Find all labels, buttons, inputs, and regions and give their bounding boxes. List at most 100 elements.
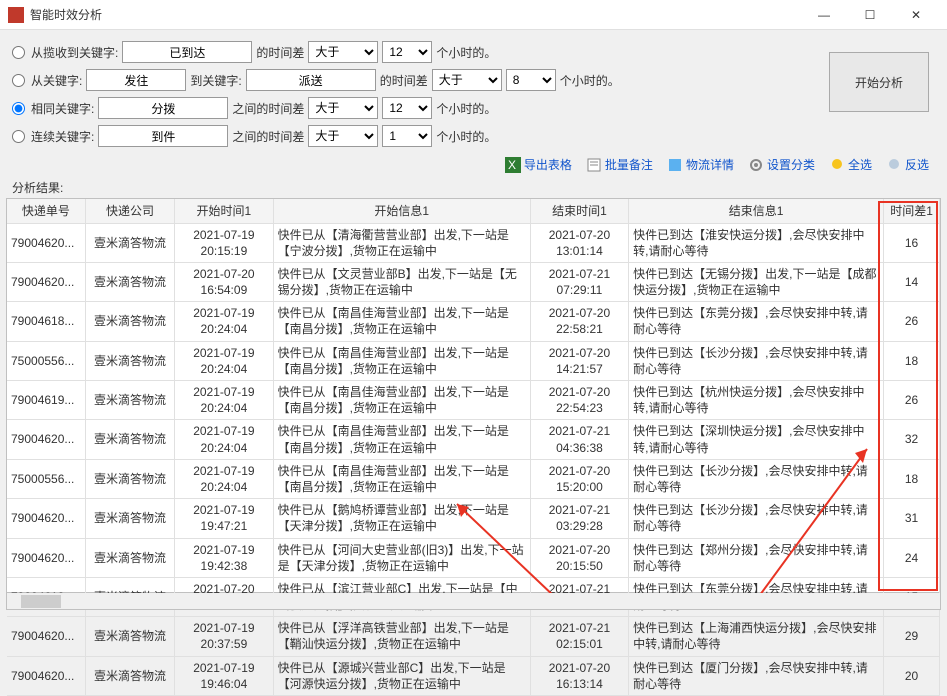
cell-id: 75000556... [7,459,85,498]
filter1-hours[interactable]: 12 [382,41,432,63]
cell-start-info: 快件已从【鹅鸠桥谭营业部】出发,下一站是【天津分拨】,货物正在运输中 [273,499,530,538]
cell-start-time: 2021-07-1920:24:04 [175,459,273,498]
filter-row-4: 连续关键字: 之间的时间差 大于 1 个小时的。 [12,122,935,150]
filter2-gap-label: 的时间差 [380,72,428,89]
filter4-op[interactable]: 大于 [308,125,378,147]
maximize-button[interactable]: ☐ [847,0,893,30]
result-label: 分析结果: [0,175,947,198]
col-start-info[interactable]: 开始信息1 [273,199,530,223]
cell-end-info: 快件已到达【上海浦西快运分拨】,会尽快安排中转,请耐心等待 [629,617,884,656]
bulb-on-icon [829,157,845,173]
filter3-hours[interactable]: 12 [382,97,432,119]
filter1-op[interactable]: 大于 [308,41,378,63]
table-row[interactable]: 79004620...壹米滴答物流2021-07-1920:37:59快件已从【… [7,617,940,656]
cell-company: 壹米滴答物流 [85,341,174,380]
cell-end-info: 快件已到达【东莞分拨】,会尽快安排中转,请耐心等待 [629,302,884,341]
col-start-time[interactable]: 开始时间1 [175,199,273,223]
table-row[interactable]: 79004619...壹米滴答物流2021-07-1920:24:04快件已从【… [7,381,940,420]
cell-start-info: 快件已从【文灵营业部B】出发,下一站是【无锡分拨】,货物正在运输中 [273,262,530,301]
cell-end-time: 2021-07-2103:29:28 [530,499,628,538]
filter2-label: 从关键字: [31,72,82,89]
app-icon [8,7,24,23]
cell-end-time: 2021-07-2107:29:11 [530,262,628,301]
table-row[interactable]: 79004618...壹米滴答物流2021-07-1920:24:04快件已从【… [7,302,940,341]
table-row[interactable]: 79004620...壹米滴答物流2021-07-1920:15:19快件已从【… [7,223,940,262]
cell-id: 79004620... [7,617,85,656]
col-end-info[interactable]: 结束信息1 [629,199,884,223]
gear-icon [748,157,764,173]
horizontal-scrollbar[interactable] [6,593,941,610]
col-id[interactable]: 快递单号 [7,199,85,223]
filter-radio-4[interactable] [12,130,25,143]
table-row[interactable]: 79004620...壹米滴答物流2021-07-2016:54:09快件已从【… [7,262,940,301]
filter-radio-2[interactable] [12,74,25,87]
detail-button[interactable]: 物流详情 [667,156,734,173]
filter2-keyword1[interactable] [86,69,186,91]
batch-note-button[interactable]: 批量备注 [586,156,653,173]
cell-diff: 26 [884,381,940,420]
col-diff[interactable]: 时间差1 [884,199,940,223]
cell-id: 79004618... [7,302,85,341]
category-button[interactable]: 设置分类 [748,156,815,173]
cell-start-info: 快件已从【南昌佳海营业部】出发,下一站是【南昌分拨】,货物正在运输中 [273,381,530,420]
grid-header: 快递单号 快递公司 开始时间1 开始信息1 结束时间1 结束信息1 时间差1 [7,199,940,223]
filter3-suffix: 个小时的。 [436,100,496,117]
cell-end-info: 快件已到达【厦门分拨】,会尽快安排中转,请耐心等待 [629,656,884,695]
cell-start-time: 2021-07-1919:42:38 [175,538,273,577]
window-title: 智能时效分析 [30,6,801,23]
filter-radio-1[interactable] [12,46,25,59]
col-company[interactable]: 快递公司 [85,199,174,223]
scrollbar-thumb[interactable] [21,595,61,608]
cell-end-time: 2021-07-2022:54:23 [530,381,628,420]
cell-end-time: 2021-07-2022:58:21 [530,302,628,341]
table-row[interactable]: 75000556...壹米滴答物流2021-07-1920:24:04快件已从【… [7,341,940,380]
cell-start-info: 快件已从【河间大史营业部(旧3)】出发,下一站是【天津分拨】,货物正在运输中 [273,538,530,577]
filter2-hours[interactable]: 8 [506,69,556,91]
cell-company: 壹米滴答物流 [85,617,174,656]
cell-end-time: 2021-07-2016:13:14 [530,656,628,695]
col-end-time[interactable]: 结束时间1 [530,199,628,223]
cell-end-time: 2021-07-2013:01:14 [530,223,628,262]
cell-start-info: 快件已从【南昌佳海营业部】出发,下一站是【南昌分拨】,货物正在运输中 [273,302,530,341]
bulb-off-icon [886,157,902,173]
invert-button[interactable]: 反选 [886,156,929,173]
cell-diff: 18 [884,459,940,498]
filter1-keyword[interactable] [122,41,252,63]
cell-start-time: 2021-07-1920:24:04 [175,420,273,459]
table-row[interactable]: 79004620...壹米滴答物流2021-07-1920:24:04快件已从【… [7,420,940,459]
minimize-button[interactable]: — [801,0,847,30]
filter3-keyword[interactable] [98,97,228,119]
detail-icon [667,157,683,173]
cell-start-time: 2021-07-1920:24:04 [175,341,273,380]
cell-start-info: 快件已从【源城兴营业部C】出发,下一站是【河源快运分拨】,货物正在运输中 [273,656,530,695]
cell-start-time: 2021-07-1919:46:04 [175,656,273,695]
cell-diff: 32 [884,420,940,459]
cell-end-info: 快件已到达【深圳快运分拨】,会尽快安排中转,请耐心等待 [629,420,884,459]
cell-id: 79004620... [7,538,85,577]
filter4-hours[interactable]: 1 [382,125,432,147]
cell-end-info: 快件已到达【淮安快运分拨】,会尽快安排中转,请耐心等待 [629,223,884,262]
select-all-button[interactable]: 全选 [829,156,872,173]
cell-start-info: 快件已从【浮洋高铁营业部】出发,下一站是【鞘汕快运分拨】,货物正在运输中 [273,617,530,656]
filter3-gap-label: 之间的时间差 [232,100,304,117]
filter-row-2: 从关键字: 到关键字: 的时间差 大于 8 个小时的。 [12,66,935,94]
cell-end-info: 快件已到达【郑州分拨】,会尽快安排中转,请耐心等待 [629,538,884,577]
table-row[interactable]: 79004620...壹米滴答物流2021-07-1919:46:04快件已从【… [7,656,940,695]
cell-company: 壹米滴答物流 [85,420,174,459]
filter3-op[interactable]: 大于 [308,97,378,119]
cell-id: 79004620... [7,262,85,301]
table-row[interactable]: 79004620...壹米滴答物流2021-07-1919:42:38快件已从【… [7,538,940,577]
table-row[interactable]: 79004620...壹米滴答物流2021-07-1919:47:21快件已从【… [7,499,940,538]
filter2-keyword2[interactable] [246,69,376,91]
cell-start-time: 2021-07-2016:54:09 [175,262,273,301]
close-button[interactable]: ✕ [893,0,939,30]
filter2-op[interactable]: 大于 [432,69,502,91]
cell-company: 壹米滴答物流 [85,499,174,538]
export-button[interactable]: X导出表格 [505,156,572,173]
cell-company: 壹米滴答物流 [85,381,174,420]
cell-start-time: 2021-07-1920:15:19 [175,223,273,262]
filter4-keyword[interactable] [98,125,228,147]
table-row[interactable]: 75000556...壹米滴答物流2021-07-1920:24:04快件已从【… [7,459,940,498]
start-analyze-button[interactable]: 开始分析 [829,52,929,112]
filter-radio-3[interactable] [12,102,25,115]
